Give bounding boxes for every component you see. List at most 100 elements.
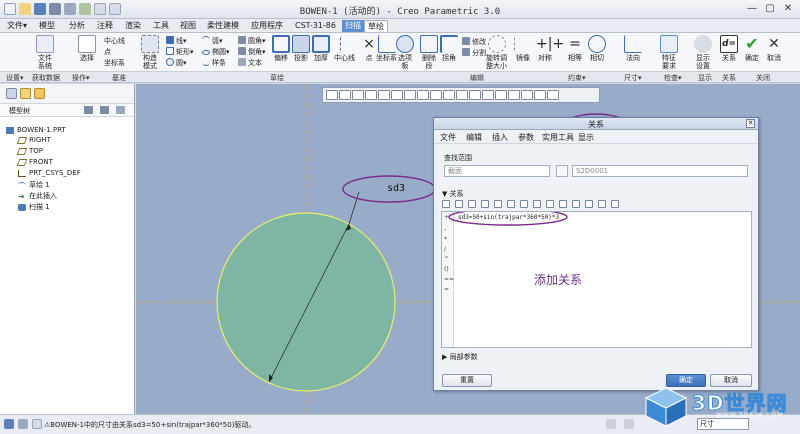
tab-file[interactable]: 文件▾ [4,20,30,32]
line-tool[interactable]: 线▾ [166,36,187,46]
paste-icon[interactable] [494,200,502,208]
group-constraints[interactable]: 约束▾ [568,73,586,83]
tab-applications[interactable]: 应用程序 [248,20,286,32]
execute-icon[interactable] [611,200,619,208]
favorites-tab-icon[interactable] [34,88,45,99]
divide-tool[interactable]: 分割 [462,48,486,58]
normal-button[interactable]: 法向 [624,35,642,62]
tree-item-sweep[interactable]: 扫描 1 [18,202,50,212]
tree-item-right[interactable]: RIGHT [16,136,51,144]
cut-icon[interactable] [468,200,476,208]
file-system-button[interactable]: 文件 系统 [36,35,54,70]
tab-analysis[interactable]: 分析 [66,20,88,32]
filter-icon[interactable] [116,106,125,114]
tab-cst[interactable]: CST-31-86 [292,20,339,32]
restore-icon[interactable]: ▢ [762,2,778,16]
dialog-menu-insert[interactable]: 插入 [492,132,508,143]
group-dimensions[interactable]: 尺寸▾ [624,73,642,83]
navigator-toggle-icon[interactable] [4,419,14,429]
select-pointer-icon[interactable] [556,165,568,177]
tree-item-insert-here[interactable]: ➜ 在此插入 [18,191,57,201]
evaluate-icon[interactable] [533,200,541,208]
tab-model[interactable]: 模型 [36,20,58,32]
ellipse-tool[interactable]: 椭圆▾ [202,47,230,57]
operator-minus[interactable]: - [444,226,446,233]
tree-item-sketch[interactable]: 草绘 1 [18,180,50,190]
tree-item-top[interactable]: TOP [16,147,43,155]
relations-button[interactable]: d= 关系 [720,35,738,62]
sort-icon[interactable] [598,200,606,208]
tree-item-front[interactable]: FRONT [16,158,53,166]
dialog-menu-edit[interactable]: 编辑 [466,132,482,143]
tree-settings-icon[interactable] [84,106,93,114]
tree-item-part[interactable]: BOWEN-1.PRT [6,126,66,134]
dialog-close-icon[interactable]: ✕ [746,119,755,128]
tangent-button[interactable]: 相切 [588,35,606,62]
minimize-icon[interactable]: — [744,2,760,16]
fillet-tool[interactable]: 圆角▾ [238,36,266,46]
relations-section-label[interactable]: ▼ 关系 [442,189,464,199]
status-tool-2-icon[interactable] [624,419,634,429]
operator-assign[interactable]: = [444,286,449,293]
operator-power[interactable]: ^ [444,256,449,263]
rotate-resize-button[interactable]: 旋转调 整大小 [486,35,507,70]
spline-tool[interactable]: 样条 [202,58,226,68]
select-button[interactable]: 选择 [78,35,96,62]
mirror-button[interactable]: 镜像 [514,35,532,62]
operator-plus[interactable]: + [444,214,449,221]
ribbon-centerline-small[interactable]: 中心线 [104,36,125,46]
operator-parentheses[interactable]: () [444,266,449,273]
reset-button[interactable]: 重置 [442,374,492,387]
cancel-button[interactable]: ✕ 取消 [765,35,783,62]
tab-render[interactable]: 渲染 [122,20,144,32]
centerline-button[interactable]: 中心线 [334,35,355,62]
insert-function-icon[interactable] [559,200,567,208]
tab-sweep[interactable]: 扫描 [342,20,364,32]
symmetric-button[interactable]: +|+ 对称 [536,35,564,62]
toggle-display-icon[interactable] [520,200,528,208]
delete-icon[interactable] [507,200,515,208]
lookup-target-field[interactable]: S2D0001 [572,165,748,177]
project-button[interactable]: 投影 [292,35,310,62]
corner-button[interactable]: 拐角 [440,35,458,62]
operator-multiply[interactable]: * [444,236,447,243]
circle-tool[interactable]: 圆▾ [166,58,187,68]
dialog-menu-parameters[interactable]: 参数 [518,132,534,143]
tab-annotate[interactable]: 注释 [94,20,116,32]
ribbon-csys-small[interactable]: 坐标系 [104,58,125,68]
sweep-section-circle[interactable] [216,212,396,392]
palette-button[interactable]: 选项 板 [396,35,414,70]
dialog-menu-show[interactable]: 显示 [578,132,594,143]
tab-view[interactable]: 视图 [177,20,199,32]
operator-divide[interactable]: / [444,246,446,253]
ribbon-point-small[interactable]: 点 [104,47,111,57]
display-settings-button[interactable]: 显示 设置 [694,35,712,70]
equal-button[interactable]: = 相等 [566,35,584,62]
copy-icon[interactable] [481,200,489,208]
full-screen-icon[interactable] [32,419,42,429]
operator-equal-compare[interactable]: == [444,276,454,283]
text-tool[interactable]: 文本 [238,58,262,68]
show-menu-icon[interactable] [100,106,109,114]
redo-icon[interactable] [455,200,463,208]
group-inspect[interactable]: 检查▾ [664,73,682,83]
construction-mode-button[interactable]: 构造 模式 [141,35,159,70]
model-tree-tab-icon[interactable] [6,88,17,99]
sd3-dimension-label[interactable]: sd3 [387,183,405,194]
rectangle-tool[interactable]: 矩形▾ [166,47,194,57]
verify-icon[interactable] [585,200,593,208]
tab-flexible-modeling[interactable]: 柔性建模 [204,20,242,32]
ok-button[interactable]: ✔ 确定 [743,35,761,63]
chamfer-tool[interactable]: 倒角▾ [238,47,266,57]
tab-tools[interactable]: 工具 [150,20,172,32]
units-icon[interactable] [546,200,554,208]
delete-segment-button[interactable]: 删除 段 [420,35,438,70]
modify-tool[interactable]: 修改 [462,37,486,47]
browser-toggle-icon[interactable] [18,419,28,429]
thicken-button[interactable]: 加厚 [312,35,330,62]
tab-sketch[interactable]: 草绘 [364,20,388,32]
lookup-scope-select[interactable]: 截面 [444,165,550,177]
dialog-menu-utilities[interactable]: 实用工具 [542,132,574,143]
local-parameters-toggle[interactable]: ▶ 局部参数 [442,352,478,362]
insert-parameter-icon[interactable] [572,200,580,208]
